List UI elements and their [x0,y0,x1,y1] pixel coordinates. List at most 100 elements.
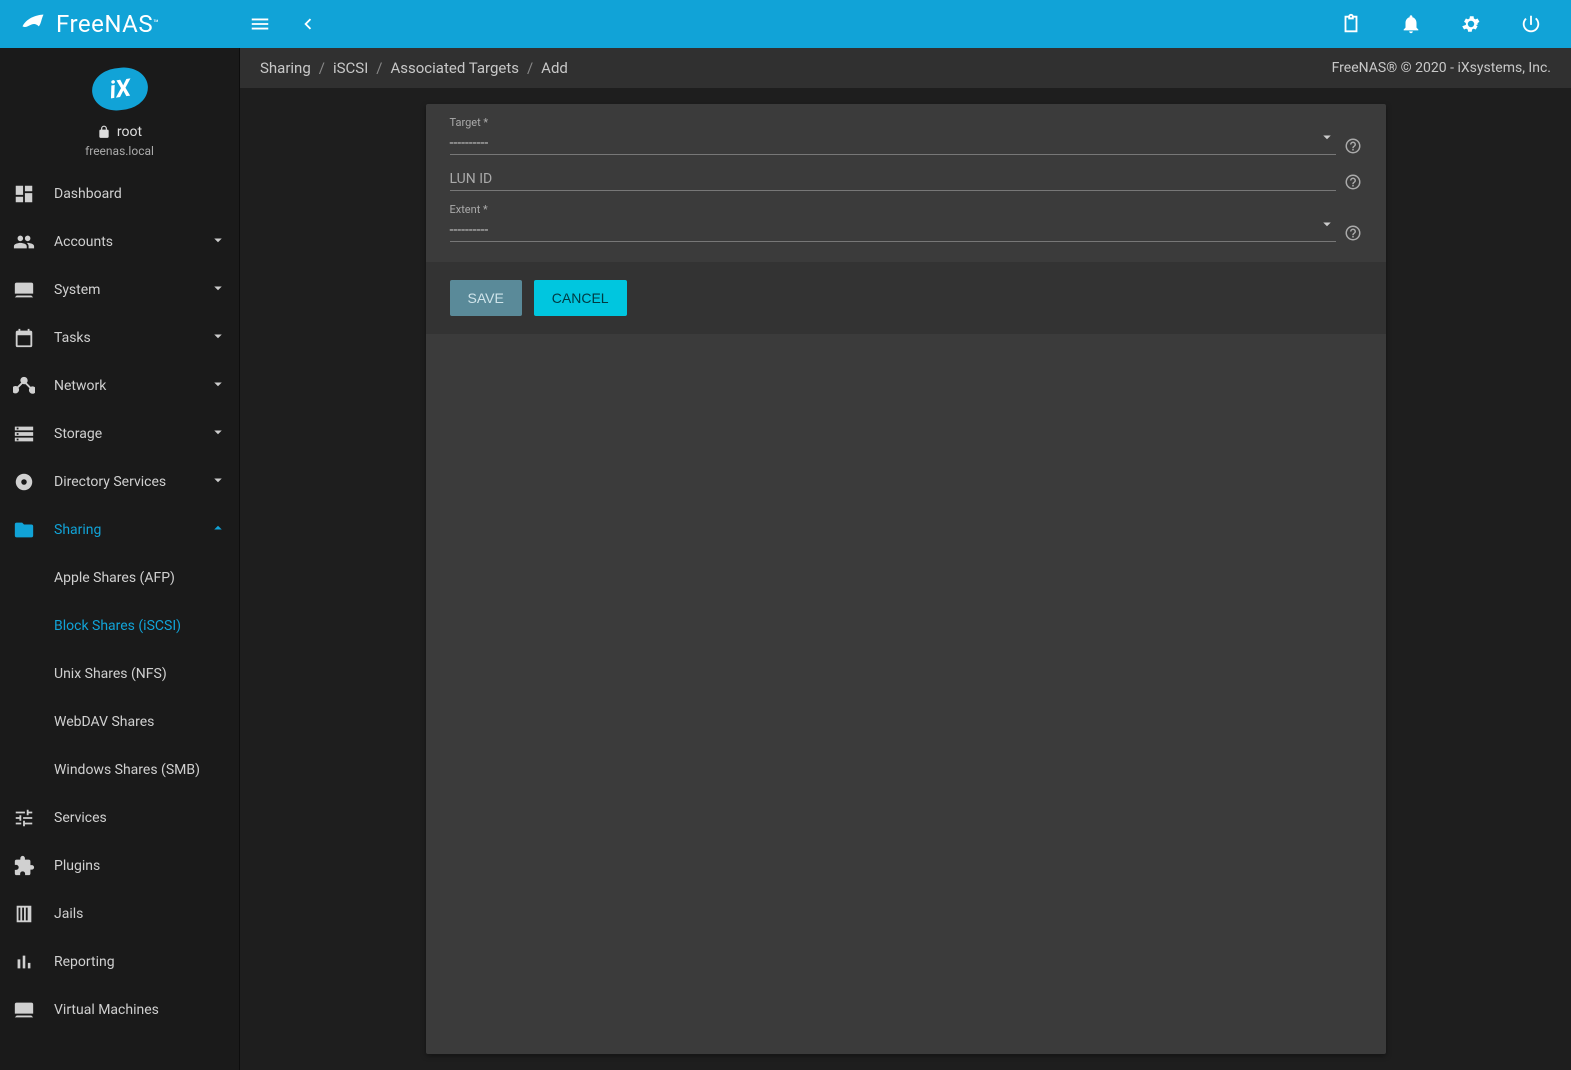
target-help-button[interactable] [1344,137,1362,155]
sidebar-item-directory-services[interactable]: Directory Services [0,458,239,506]
nav-label: Services [54,810,107,826]
chevron-down-icon [209,423,227,445]
help-icon [1344,224,1362,242]
topbar: FreeNAS™ [0,0,1571,48]
folder-icon [12,518,36,542]
breadcrumb-separator: / [376,59,382,77]
chevron-down-icon [209,279,227,301]
sidebar-item-accounts[interactable]: Accounts [0,218,239,266]
hostname: freenas.local [0,144,239,158]
breadcrumb-associated-targets[interactable]: Associated Targets [390,59,518,77]
chevron-down-icon [209,375,227,397]
laptop-icon [12,278,36,302]
main: Sharing / iSCSI / Associated Targets / Add Fre… [240,48,1571,1070]
nav-label: Directory Services [54,474,166,490]
target-label: Target * [450,116,1336,129]
menu-toggle-button[interactable] [240,4,280,44]
bell-icon [1400,13,1422,35]
sidebar-subitem-webdav-shares[interactable]: WebDAV Shares [0,698,239,746]
cancel-button[interactable]: CANCEL [534,280,627,316]
breadcrumb-separator: / [527,59,533,77]
breadcrumb-iscsi[interactable]: iSCSI [333,59,368,77]
extension-icon [12,854,36,878]
directory-icon [12,470,36,494]
sidebar-item-dashboard[interactable]: Dashboard [0,170,239,218]
breadcrumb-separator: / [319,59,325,77]
help-icon [1344,137,1362,155]
nav-label: Accounts [54,234,113,250]
nav-label: Storage [54,426,102,442]
sidebar: iX root freenas.local Dashboard Accounts S… [0,48,240,1070]
chevron-down-icon [209,471,227,493]
nav-label: Network [54,378,106,394]
extent-value: ---------- [450,222,489,238]
sidebar-item-virtual-machines[interactable]: Virtual Machines [0,986,239,1034]
nav-label: Sharing [54,522,101,538]
jail-icon [12,902,36,926]
nav-label: Reporting [54,954,115,970]
clipboard-icon [1340,13,1362,35]
brand-text: FreeNAS [56,10,153,38]
sidebar-item-network[interactable]: Network [0,362,239,410]
sidebar-item-tasks[interactable]: Tasks [0,314,239,362]
username: root [117,124,142,140]
sidebar-subitem-block-shares-iscsi-[interactable]: Block Shares (iSCSI) [0,602,239,650]
sidebar-item-services[interactable]: Services [0,794,239,842]
sidebar-item-jails[interactable]: Jails [0,890,239,938]
power-icon [1520,13,1542,35]
breadcrumbs: Sharing / iSCSI / Associated Targets / Add Fre… [240,48,1571,88]
group-icon [12,230,36,254]
chevron-down-icon [209,231,227,253]
sidebar-subitem-apple-shares-afp-[interactable]: Apple Shares (AFP) [0,554,239,602]
sidebar-item-reporting[interactable]: Reporting [0,938,239,986]
chevron-left-icon [297,13,319,35]
extent-select[interactable]: ---------- [450,218,1336,242]
lock-icon [97,125,111,139]
extent-label: Extent * [450,203,1336,216]
breadcrumb-sharing[interactable]: Sharing [260,59,311,77]
sidebar-item-system[interactable]: System [0,266,239,314]
target-select[interactable]: ---------- [450,131,1336,155]
nav-label: Plugins [54,858,100,874]
gear-icon [1460,13,1482,35]
copyright: FreeNAS® © 2020 - iXsystems, Inc. [1332,60,1551,76]
sidebar-item-storage[interactable]: Storage [0,410,239,458]
trademark-symbol: ™ [153,19,159,29]
user-line: root [0,124,239,140]
notifications-button[interactable] [1391,4,1431,44]
power-button[interactable] [1511,4,1551,44]
tune-icon [12,806,36,830]
chevron-up-icon [209,519,227,541]
sidebar-item-sharing[interactable]: Sharing [0,506,239,554]
settings-button[interactable] [1451,4,1491,44]
sidebar-item-plugins[interactable]: Plugins [0,842,239,890]
chevron-down-icon [209,327,227,349]
network-icon [12,374,36,398]
save-button[interactable]: SAVE [450,280,522,316]
calendar-icon [12,326,36,350]
ix-badge: iX [89,64,150,113]
dropdown-arrow-icon [1318,128,1336,150]
laptop-icon [12,998,36,1022]
nav-label: Dashboard [54,186,122,202]
sidebar-subitem-unix-shares-nfs-[interactable]: Unix Shares (NFS) [0,650,239,698]
breadcrumb-add: Add [541,59,568,77]
sidebar-header: iX root freenas.local [0,48,239,170]
brand-logo[interactable]: FreeNAS™ [8,10,240,38]
nav-label: Jails [54,906,83,922]
target-value: ---------- [450,135,489,151]
form-card: Target * ---------- LUN ID [426,104,1386,1054]
sidebar-subitem-windows-shares-smb-[interactable]: Windows Shares (SMB) [0,746,239,794]
clipboard-button[interactable] [1331,4,1371,44]
back-button[interactable] [288,4,328,44]
extent-help-button[interactable] [1344,224,1362,242]
storage-icon [12,422,36,446]
nav-label: System [54,282,100,298]
lunid-input[interactable]: LUN ID [450,167,1336,191]
lunid-help-button[interactable] [1344,173,1362,191]
shark-icon [16,10,50,38]
menu-icon [249,13,271,35]
dropdown-arrow-icon [1318,215,1336,237]
nav-label: Tasks [54,330,91,346]
nav-label: Virtual Machines [54,1002,159,1018]
